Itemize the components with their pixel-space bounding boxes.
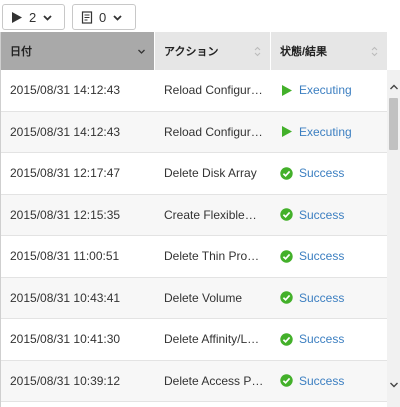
check-circle-icon <box>280 167 293 180</box>
action-cell: Create Flexible… <box>164 207 257 222</box>
scroll-up-button[interactable] <box>387 78 400 95</box>
play-icon <box>282 84 292 96</box>
check-circle-icon <box>280 374 293 387</box>
executing-filter-button[interactable]: 2 <box>2 4 65 30</box>
date-cell: 2015/08/31 11:00:51 <box>10 249 120 264</box>
status-text[interactable]: Executing <box>299 83 352 97</box>
column-header-date[interactable]: 日付 <box>1 32 155 70</box>
status-cell: Success <box>271 291 387 305</box>
status-cell: Success <box>271 332 387 346</box>
status-text[interactable]: Success <box>299 374 344 388</box>
vertical-scrollbar[interactable] <box>387 70 400 407</box>
check-circle-icon <box>280 208 293 221</box>
status-text[interactable]: Success <box>299 291 344 305</box>
play-icon <box>12 11 22 23</box>
action-cell: Reload Configur… <box>164 124 263 139</box>
table-row[interactable]: 2015/08/31 10:39:12 Delete Access P… Succe… <box>1 360 387 402</box>
action-cell: Delete Disk Array <box>164 166 257 181</box>
sort-descending-icon <box>138 49 145 54</box>
chevron-up-icon <box>389 84 398 89</box>
column-header-status[interactable]: 状態/結果 <box>271 32 387 70</box>
column-header-label: アクション <box>164 46 219 58</box>
task-list-icon <box>81 10 93 24</box>
check-circle-icon <box>280 333 293 346</box>
table-row[interactable]: 2015/08/31 10:41:30 Delete Affinity/L… Suc… <box>1 319 387 361</box>
column-header-label: 日付 <box>10 46 32 58</box>
chevron-down-icon <box>43 14 52 21</box>
action-cell: Delete Volume <box>164 290 243 305</box>
status-text[interactable]: Success <box>299 208 344 222</box>
status-cell: Success <box>271 249 387 263</box>
table-row[interactable]: 2015/08/31 14:12:43 Reload Configur… Execu… <box>1 70 387 112</box>
action-cell: Delete Affinity/L… <box>164 332 260 347</box>
table-row[interactable]: 2015/08/31 10:43:41 Delete Volume Success <box>1 277 387 319</box>
check-circle-icon <box>280 291 293 304</box>
date-cell: 2015/08/31 10:39:12 <box>10 373 121 388</box>
action-cell: Delete Access P… <box>164 373 264 388</box>
status-cell: Success <box>271 208 387 222</box>
table-row[interactable]: 2015/08/31 12:15:35 Create Flexible… Succe… <box>1 194 387 236</box>
sort-icon <box>371 46 378 56</box>
column-header-action[interactable]: アクション <box>155 32 271 70</box>
column-header-label: 状態/結果 <box>280 46 328 58</box>
action-cell: Reload Configur… <box>164 83 263 98</box>
table-row[interactable]: 2015/08/31 11:00:51 Delete Thin Pro… Succe… <box>1 236 387 278</box>
executing-count: 2 <box>29 9 37 25</box>
status-cell: Success <box>271 374 387 388</box>
date-cell: 2015/08/31 14:12:43 <box>10 83 121 98</box>
table-row[interactable]: 2015/08/31 12:17:47 Delete Disk Array Succ… <box>1 153 387 195</box>
check-circle-icon <box>280 250 293 263</box>
status-text[interactable]: Executing <box>299 125 352 139</box>
sort-icon <box>254 46 261 56</box>
chevron-down-icon <box>113 14 122 21</box>
scroll-thumb[interactable] <box>389 98 398 150</box>
scroll-down-button[interactable] <box>387 376 400 393</box>
tasks-count: 0 <box>99 9 107 25</box>
task-table: 日付 アクション 状態/結果 2015/08/31 14:12:43 Reload… <box>0 32 387 407</box>
tasks-filter-button[interactable]: 0 <box>72 4 136 30</box>
chevron-down-icon <box>389 382 398 387</box>
status-text[interactable]: Success <box>299 332 344 346</box>
date-cell: 2015/08/31 10:43:41 <box>10 290 121 305</box>
play-icon <box>282 126 292 138</box>
status-cell: Executing <box>271 83 387 97</box>
date-cell: 2015/08/31 12:15:35 <box>10 207 121 222</box>
status-cell: Success <box>271 166 387 180</box>
table-header: 日付 アクション 状態/結果 <box>1 32 387 70</box>
action-cell: Delete Thin Pro… <box>164 249 260 264</box>
status-cell: Executing <box>271 125 387 139</box>
filter-bar: 2 0 <box>0 0 400 33</box>
date-cell: 2015/08/31 12:17:47 <box>10 166 121 181</box>
status-text[interactable]: Success <box>299 249 344 263</box>
date-cell: 2015/08/31 14:12:43 <box>10 124 121 139</box>
table-row[interactable]: 2015/08/31 14:12:43 Reload Configur… Execu… <box>1 111 387 153</box>
status-text[interactable]: Success <box>299 166 344 180</box>
table-body: 2015/08/31 14:12:43 Reload Configur… Execu… <box>1 70 387 402</box>
date-cell: 2015/08/31 10:41:30 <box>10 332 121 347</box>
